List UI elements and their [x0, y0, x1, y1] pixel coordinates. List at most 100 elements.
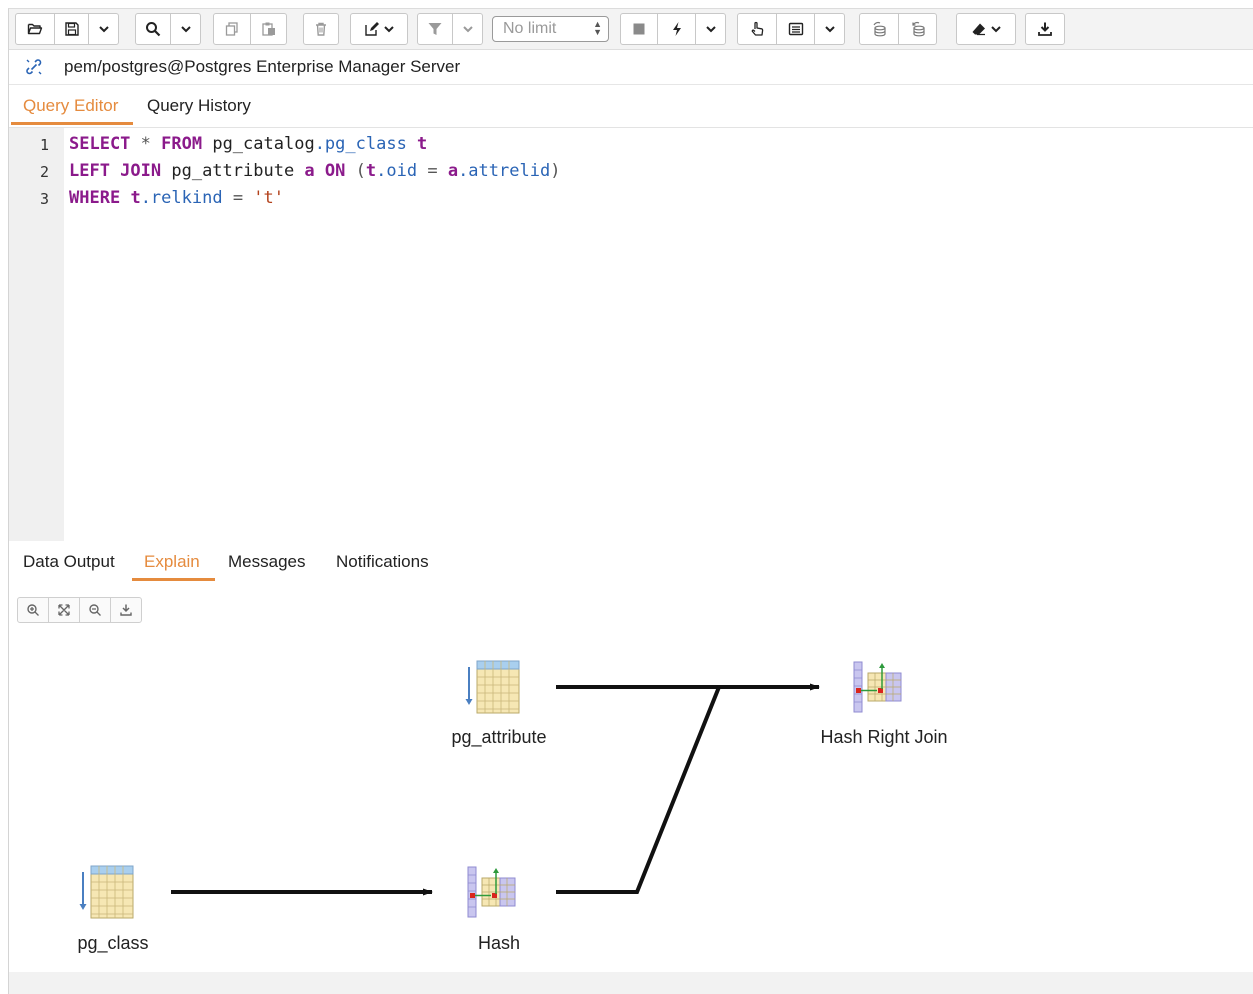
rollback-button[interactable] — [898, 14, 936, 44]
connection-bar: pem/postgres@Postgres Enterprise Manager… — [9, 50, 1253, 85]
code-token: SELECT — [69, 134, 131, 154]
node-label-pg-class: pg_class — [77, 933, 149, 953]
code-token: a — [447, 161, 459, 181]
code-line: WHERE t.relkind = 't' — [69, 188, 284, 208]
code-token: = — [222, 188, 254, 208]
code-token: LEFT JOIN — [69, 161, 162, 181]
execute-group — [620, 13, 726, 45]
code-token: ON — [324, 161, 346, 181]
plan-edges — [171, 683, 820, 896]
save-options-dropdown[interactable] — [88, 14, 118, 44]
tab-notifications[interactable]: Notifications — [324, 541, 441, 581]
commit-button[interactable] — [860, 14, 898, 44]
code-token: t — [365, 161, 377, 181]
line-number: 2 — [39, 163, 49, 181]
code-token: .oid — [376, 161, 418, 181]
copy-button[interactable] — [214, 14, 250, 44]
database-rollback-icon — [911, 21, 925, 37]
tab-explain[interactable]: Explain — [132, 541, 215, 581]
execute-options-dropdown[interactable] — [695, 14, 725, 44]
seq-scan-icon[interactable] — [464, 659, 520, 715]
download-icon — [1038, 22, 1052, 36]
code-token: pg_catalog — [202, 134, 315, 154]
download-button[interactable] — [1026, 14, 1064, 44]
find-button[interactable] — [136, 14, 170, 44]
sql-editor[interactable]: 1 2 3 SELECT * FROM pg_catalog.pg_class … — [9, 128, 1253, 542]
code-line: SELECT * FROM pg_catalog.pg_class t — [69, 134, 427, 154]
seq-scan-icon[interactable] — [78, 864, 134, 920]
connection-title: pem/postgres@Postgres Enterprise Manager… — [64, 57, 461, 76]
code-token: t — [406, 134, 428, 154]
paste-icon — [261, 22, 275, 36]
chevron-down-icon — [462, 26, 473, 33]
lightning-icon — [672, 22, 681, 36]
code-token: a — [304, 161, 315, 181]
edit-group — [350, 13, 408, 45]
tab-messages[interactable]: Messages — [216, 541, 317, 581]
explain-button[interactable] — [738, 14, 776, 44]
code-token: ( — [345, 161, 366, 181]
explain-options-dropdown[interactable] — [814, 14, 844, 44]
code-token: t — [130, 188, 141, 208]
node-label-hash-right-join: Hash Right Join — [820, 727, 948, 747]
search-icon — [146, 22, 161, 37]
stop-icon — [633, 23, 645, 35]
list-alt-icon — [788, 22, 803, 36]
delete-button[interactable] — [304, 14, 338, 44]
code-token: 't' — [253, 188, 285, 208]
find-group — [135, 13, 201, 45]
tab-query-history[interactable]: Query History — [135, 85, 263, 125]
toolbar: No limit ▲ ▼ — [9, 9, 1253, 50]
line-number: 1 — [39, 136, 49, 154]
connection-link-icon[interactable] — [24, 57, 44, 77]
result-tabs: Data Output Explain Messages Notificatio… — [9, 541, 1253, 584]
transaction-group — [859, 13, 937, 45]
code-token: .pg_class — [314, 134, 407, 154]
edge-hash-to-hash-right-join — [556, 686, 721, 894]
chevron-down-icon — [824, 26, 835, 33]
clear-button[interactable] — [957, 14, 1015, 44]
copy-icon — [225, 22, 238, 36]
execute-button[interactable] — [657, 14, 695, 44]
code-token: .attrelid — [458, 161, 551, 181]
filter-icon — [428, 23, 442, 35]
row-limit-select[interactable]: No limit ▲ ▼ — [492, 16, 609, 42]
filter-options-dropdown[interactable] — [452, 14, 482, 44]
hand-pointer-icon — [751, 21, 764, 36]
row-limit-value: No limit — [503, 20, 557, 37]
open-file-button[interactable] — [16, 14, 54, 44]
save-icon — [64, 22, 79, 36]
line-gutter: 1 2 3 — [9, 128, 64, 541]
clear-group — [956, 13, 1016, 45]
file-group — [15, 13, 119, 45]
tab-query-editor[interactable]: Query Editor — [11, 85, 133, 125]
hash-icon[interactable] — [467, 866, 517, 918]
query-tool-window: No limit ▲ ▼ pem/postgres@Postgres Enter… — [8, 8, 1253, 994]
chevron-down-icon — [180, 26, 191, 33]
line-number: 3 — [39, 190, 49, 208]
edit-options-button[interactable] — [351, 14, 407, 44]
explain-analyze-button[interactable] — [776, 14, 814, 44]
tab-data-output[interactable]: Data Output — [11, 541, 127, 581]
eraser-icon — [972, 23, 985, 36]
node-label-pg-attribute: pg_attribute — [451, 727, 547, 747]
code-token: pg_attribute — [161, 161, 305, 181]
node-label-hash: Hash — [477, 933, 521, 953]
chevron-down-icon — [705, 26, 716, 33]
delete-group — [303, 13, 339, 45]
filter-group — [417, 13, 483, 45]
hash-join-icon[interactable] — [853, 661, 903, 713]
find-options-dropdown[interactable] — [170, 14, 200, 44]
filter-button[interactable] — [418, 14, 452, 44]
code-token: * — [130, 134, 162, 154]
save-button[interactable] — [54, 14, 88, 44]
paste-button[interactable] — [250, 14, 286, 44]
edit-icon — [364, 22, 379, 36]
explain-panel: pg_attribute Hash Right Join pg_class Ha… — [9, 583, 1253, 994]
database-commit-icon — [873, 21, 886, 37]
download-group — [1025, 13, 1065, 45]
code-token: .relkind — [140, 188, 223, 208]
explain-group — [737, 13, 845, 45]
stop-button[interactable] — [621, 14, 657, 44]
